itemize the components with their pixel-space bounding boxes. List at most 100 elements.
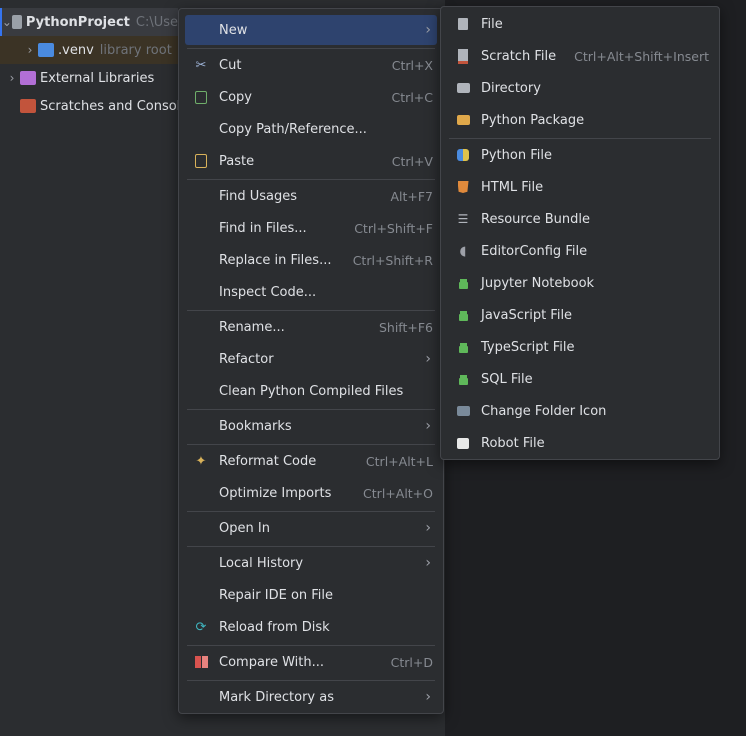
tree-item-project[interactable]: ⌄ PythonProject C:\Use	[0, 8, 178, 36]
tree-item-scratches[interactable]: Scratches and Console	[0, 92, 198, 120]
html-icon	[455, 179, 471, 195]
menu-label: Resource Bundle	[481, 211, 591, 227]
reload-icon: ⟳	[195, 619, 207, 635]
chevron-right-icon: ›	[425, 418, 431, 434]
chevron-right-icon[interactable]: ›	[4, 71, 20, 85]
menu-item-copy[interactable]: Copy Ctrl+C	[185, 82, 437, 112]
menu-label: Reformat Code	[219, 453, 317, 469]
submenu-item-python-package[interactable]: Python Package	[447, 105, 713, 135]
separator	[187, 310, 435, 311]
project-path: C:\Use	[135, 14, 178, 30]
menu-shortcut: Ctrl+Alt+O	[363, 485, 433, 501]
menu-item-repair-ide[interactable]: Repair IDE on File	[185, 580, 437, 610]
menu-item-copy-path[interactable]: Copy Path/Reference...	[185, 114, 437, 144]
library-folder-icon	[38, 43, 54, 57]
menu-label: Reload from Disk	[219, 619, 330, 635]
scratch-file-icon	[455, 48, 471, 64]
python-icon	[455, 147, 471, 163]
menu-shortcut: Ctrl+Alt+Shift+Insert	[574, 48, 709, 64]
venv-name: .venv	[58, 42, 94, 58]
submenu-item-robot[interactable]: Robot File	[447, 428, 713, 458]
lock-icon	[455, 371, 471, 387]
menu-label: Change Folder Icon	[481, 403, 607, 419]
menu-label: Repair IDE on File	[219, 587, 334, 603]
chevron-right-icon: ›	[425, 22, 431, 38]
package-folder-icon	[455, 112, 471, 128]
context-menu: New › ✂ Cut Ctrl+X Copy Ctrl+C Copy Path…	[178, 8, 444, 714]
tree-item-external-libraries[interactable]: › External Libraries	[0, 64, 182, 92]
menu-label: EditorConfig File	[481, 243, 588, 259]
menu-shortcut: Ctrl+Shift+R	[352, 252, 433, 268]
submenu-item-change-folder-icon[interactable]: Change Folder Icon	[447, 396, 713, 426]
chevron-right-icon: ›	[425, 520, 431, 536]
menu-item-refactor[interactable]: Refactor ›	[185, 344, 437, 374]
chevron-right-icon: ›	[425, 555, 431, 571]
submenu-item-jupyter[interactable]: Jupyter Notebook	[447, 268, 713, 298]
lock-icon	[455, 339, 471, 355]
chevron-down-icon[interactable]: ⌄	[2, 15, 12, 29]
scratches-label: Scratches and Console	[40, 98, 189, 114]
copy-icon	[193, 89, 209, 105]
submenu-item-editorconfig[interactable]: ◖ EditorConfig File	[447, 236, 713, 266]
menu-item-mark-directory[interactable]: Mark Directory as ›	[185, 682, 437, 712]
menu-item-new[interactable]: New ›	[185, 15, 437, 45]
menu-item-bookmarks[interactable]: Bookmarks ›	[185, 411, 437, 441]
menu-label: Compare With...	[219, 654, 325, 670]
menu-label: HTML File	[481, 179, 544, 195]
submenu-item-scratch-file[interactable]: Scratch File Ctrl+Alt+Shift+Insert	[447, 41, 713, 71]
menu-item-replace-in-files[interactable]: Replace in Files... Ctrl+Shift+R	[185, 245, 437, 275]
separator	[187, 409, 435, 410]
file-icon	[455, 16, 471, 32]
mouse-icon: ◖	[459, 243, 467, 259]
chevron-right-icon[interactable]: ›	[22, 43, 38, 57]
menu-shortcut: Ctrl+V	[391, 153, 433, 169]
separator	[187, 546, 435, 547]
menu-label: Clean Python Compiled Files	[219, 383, 404, 399]
submenu-item-sql[interactable]: SQL File	[447, 364, 713, 394]
menu-shortcut: Ctrl+X	[391, 57, 433, 73]
submenu-item-html-file[interactable]: HTML File	[447, 172, 713, 202]
menu-item-compare-with[interactable]: Compare With... Ctrl+D	[185, 647, 437, 677]
menu-item-cut[interactable]: ✂ Cut Ctrl+X	[185, 50, 437, 80]
menu-label: Scratch File	[481, 48, 557, 64]
menu-label: Open In	[219, 520, 270, 536]
menu-item-find-usages[interactable]: Find Usages Alt+F7	[185, 181, 437, 211]
menu-item-optimize-imports[interactable]: Optimize Imports Ctrl+Alt+O	[185, 478, 437, 508]
magic-wand-icon: ✦	[195, 453, 207, 469]
compare-icon	[193, 654, 209, 670]
separator	[187, 444, 435, 445]
tree-item-venv[interactable]: › .venv library root	[0, 36, 200, 64]
submenu-item-directory[interactable]: Directory	[447, 73, 713, 103]
menu-label: New	[219, 22, 248, 38]
submenu-item-javascript[interactable]: JavaScript File	[447, 300, 713, 330]
menu-label: Find in Files...	[219, 220, 307, 236]
menu-item-paste[interactable]: Paste Ctrl+V	[185, 146, 437, 176]
submenu-item-file[interactable]: File	[447, 9, 713, 39]
menu-label: Optimize Imports	[219, 485, 332, 501]
menu-item-local-history[interactable]: Local History ›	[185, 548, 437, 578]
submenu-item-resource-bundle[interactable]: ☰ Resource Bundle	[447, 204, 713, 234]
menu-label: Python Package	[481, 112, 585, 128]
external-libraries-label: External Libraries	[40, 70, 155, 86]
scissors-icon: ✂	[195, 57, 207, 73]
separator	[187, 680, 435, 681]
menu-shortcut: Ctrl+C	[391, 89, 433, 105]
menu-label: Refactor	[219, 351, 274, 367]
submenu-item-python-file[interactable]: Python File	[447, 140, 713, 170]
separator	[187, 511, 435, 512]
submenu-item-typescript[interactable]: TypeScript File	[447, 332, 713, 362]
scratches-icon	[20, 99, 36, 113]
menu-item-reformat-code[interactable]: ✦ Reformat Code Ctrl+Alt+L	[185, 446, 437, 476]
menu-shortcut: Ctrl+D	[390, 654, 433, 670]
menu-item-find-in-files[interactable]: Find in Files... Ctrl+Shift+F	[185, 213, 437, 243]
menu-item-rename[interactable]: Rename... Shift+F6	[185, 312, 437, 342]
menu-label: Mark Directory as	[219, 689, 334, 705]
menu-item-clean-python[interactable]: Clean Python Compiled Files	[185, 376, 437, 406]
menu-item-inspect-code[interactable]: Inspect Code...	[185, 277, 437, 307]
menu-shortcut: Alt+F7	[390, 188, 433, 204]
menu-label: Bookmarks	[219, 418, 292, 434]
menu-label: Paste	[219, 153, 255, 169]
separator	[187, 179, 435, 180]
menu-item-reload-from-disk[interactable]: ⟳ Reload from Disk	[185, 612, 437, 642]
menu-item-open-in[interactable]: Open In ›	[185, 513, 437, 543]
